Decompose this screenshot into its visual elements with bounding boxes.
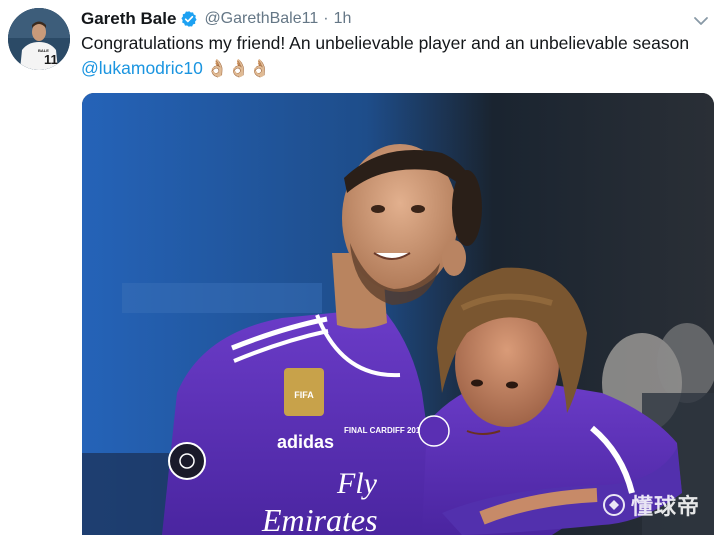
header-separator: · <box>323 10 329 27</box>
author-handle[interactable]: @GarethBale11 <box>204 10 318 28</box>
watermark-text: 懂球帝 <box>630 494 700 519</box>
jersey-patch: FINAL CARDIFF 2017 <box>344 426 425 435</box>
verified-badge-icon <box>180 10 198 28</box>
author-avatar[interactable]: 11 BALE <box>8 8 70 70</box>
watermark-logo-icon <box>602 494 625 516</box>
avatar-jersey-number: 11 <box>44 52 58 67</box>
tweet-header: Gareth Bale @GarethBale11 · 1h <box>81 7 351 31</box>
jersey-badge: FIFA <box>294 390 314 400</box>
media-photo: FIFA adidas FINAL CARDIFF 2017 Fly Emira… <box>82 93 714 535</box>
tweet: 11 BALE Gareth Bale @GarethBale11 · 1h C… <box>0 0 720 535</box>
watermark: 懂球帝 <box>602 489 700 521</box>
tweet-text: Congratulations my friend! An unbelievab… <box>81 33 690 53</box>
tweet-mention-line: @lukamodric10 👌🏼👌🏼👌🏼 <box>81 56 270 80</box>
jersey-sponsor-line2: Emirates <box>261 502 378 535</box>
avatar-image: 11 BALE <box>8 8 70 70</box>
tweet-timestamp[interactable]: 1h <box>334 10 352 28</box>
mention-link[interactable]: @lukamodric10 <box>81 58 203 79</box>
ok-hand-emoji-icon: 👌🏼👌🏼👌🏼 <box>206 58 271 78</box>
jersey-brand: adidas <box>277 432 334 452</box>
tweet-media-photo[interactable]: FIFA adidas FINAL CARDIFF 2017 Fly Emira… <box>82 93 714 535</box>
avatar-jersey-name: BALE <box>38 48 49 53</box>
chevron-down-icon[interactable] <box>690 10 712 32</box>
author-name[interactable]: Gareth Bale <box>81 9 176 29</box>
jersey-sponsor-line1: Fly <box>336 467 378 500</box>
